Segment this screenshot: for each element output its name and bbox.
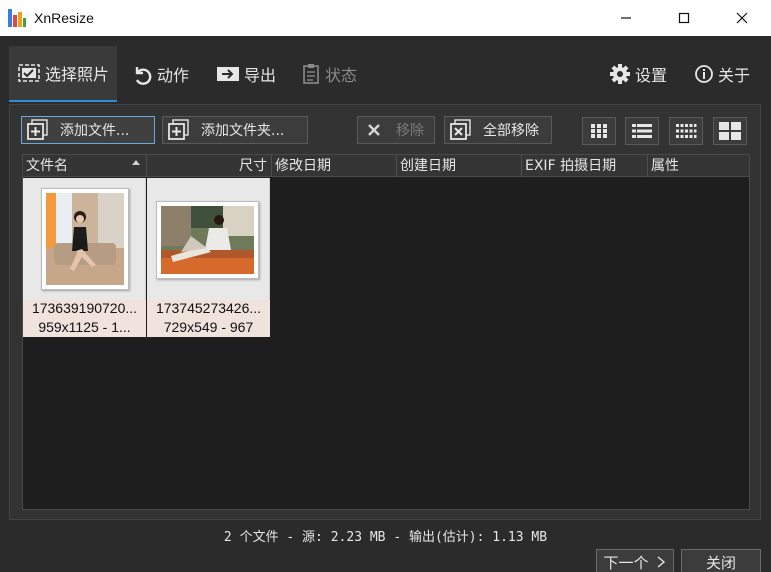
tab-label: 导出 [244,66,277,85]
remove-button[interactable]: 移除 [357,116,435,144]
column-header-exif-date[interactable]: EXIF 拍摄日期 [522,155,648,177]
column-header-filename[interactable]: 文件名 [23,155,147,177]
thumbnail-image [46,193,124,285]
thumbnail-frame [156,201,259,279]
column-label: 修改日期 [275,158,331,174]
add-folder-label: 添加文件夹... [201,123,285,139]
tab-export[interactable]: 导出 [216,46,276,102]
add-files-label: 添加文件... [60,123,130,139]
file-name: 173639190720... [31,300,138,316]
chevron-right-icon [657,556,665,568]
tab-bar: 选择照片 动作 导出 状态 设置 关于 [0,36,771,104]
close-label: 关闭 [705,553,736,572]
file-name: 173745273426... [155,300,262,316]
info-icon [694,64,714,84]
settings-button[interactable]: 设置 [609,46,667,102]
grid-small-icon [591,124,607,138]
maximize-button[interactable] [655,0,713,36]
file-thumbnail-item[interactable]: 173639190720... 959x1125 - 1... [23,178,146,337]
close-window-button[interactable] [713,0,771,36]
thumbnail-image [161,206,254,274]
title-bar: XnResize [0,0,771,36]
remove-all-label: 全部移除 [483,123,539,139]
grid-large-icon [719,122,741,140]
close-icon [736,12,748,24]
add-file-icon [26,119,50,141]
view-large-thumbs-button[interactable] [713,117,747,145]
main-panel: 添加文件... 添加文件夹... 移除 全部移除 文件名 尺寸 修改日期 创建日… [9,104,761,520]
remove-all-button[interactable]: 全部移除 [444,116,552,144]
about-button[interactable]: 关于 [694,46,750,102]
tab-status[interactable]: 状态 [301,46,357,102]
add-folder-button[interactable]: 添加文件夹... [162,116,308,144]
column-label: 创建日期 [400,158,456,174]
add-folder-icon [167,119,191,141]
tab-label: 动作 [157,66,190,85]
tab-label: 选择照片 [45,65,110,84]
action-icon [131,63,153,85]
column-label: EXIF 拍摄日期 [525,158,617,174]
view-tiny-thumbs-button[interactable] [669,117,703,145]
column-label: 属性 [651,158,679,174]
column-label: 文件名 [26,158,68,174]
status-icon [301,63,321,85]
next-button[interactable]: 下一个 [596,549,674,572]
minimize-button[interactable] [597,0,655,36]
gear-icon [609,63,631,85]
tab-select-photos[interactable]: 选择照片 [9,46,117,102]
file-info: 729x549 - 967 [163,319,254,335]
column-header-size[interactable]: 尺寸 [147,155,272,177]
column-header-attributes[interactable]: 属性 [648,155,749,177]
app-logo-icon [8,9,26,27]
grid-tiny-icon [676,124,697,138]
remove-all-icon [449,119,473,141]
status-summary: 2 个文件 - 源: 2.23 MB - 输出(估计): 1.13 MB [223,530,548,545]
add-files-button[interactable]: 添加文件... [21,116,155,144]
file-thumbnail-item[interactable]: 173745273426... 729x549 - 967 [147,178,270,337]
settings-label: 设置 [635,66,668,85]
list-header: 文件名 尺寸 修改日期 创建日期 EXIF 拍摄日期 属性 [23,155,749,177]
sort-ascending-icon [132,160,140,165]
tab-label: 状态 [325,66,358,85]
remove-icon [362,119,386,141]
about-label: 关于 [718,66,751,85]
window-title: XnResize [34,10,94,26]
remove-label: 移除 [396,123,424,139]
close-button[interactable]: 关闭 [681,549,761,572]
thumbnail-frame [41,188,129,290]
maximize-icon [678,12,690,24]
file-list[interactable]: 文件名 尺寸 修改日期 创建日期 EXIF 拍摄日期 属性 1736391907… [22,154,750,510]
tab-action[interactable]: 动作 [131,46,189,102]
list-icon [632,124,652,138]
next-label: 下一个 [603,553,649,572]
view-small-thumbs-button[interactable] [582,117,616,145]
column-header-modified[interactable]: 修改日期 [272,155,397,177]
view-list-button[interactable] [625,117,659,145]
column-header-created[interactable]: 创建日期 [397,155,522,177]
minimize-icon [621,17,631,19]
file-info: 959x1125 - 1... [38,319,131,335]
select-photos-icon [17,63,41,83]
export-icon [216,65,240,83]
column-label: 尺寸 [239,158,267,174]
